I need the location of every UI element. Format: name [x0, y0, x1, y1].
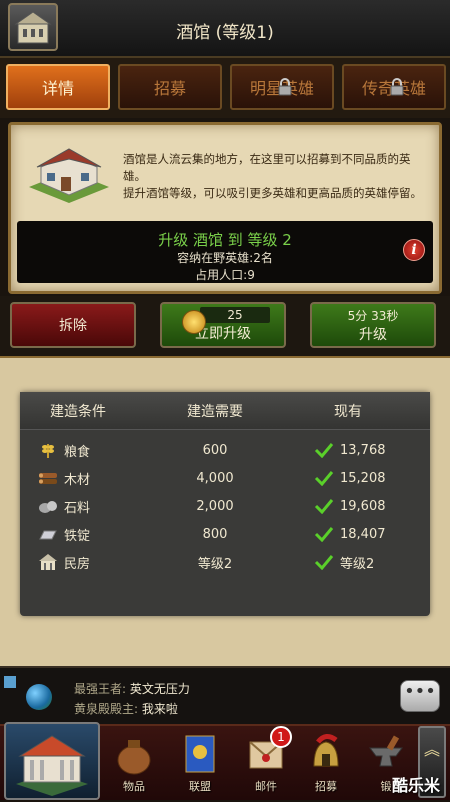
nav-items[interactable]: 物品	[106, 732, 162, 798]
nav-label: 物品	[123, 780, 145, 793]
lock-icon	[278, 78, 292, 96]
nav-recruit[interactable]: 招募	[298, 732, 354, 798]
upgrade-info-box: 升级 酒馆 到 等级 2 容纳在野英雄:2名 占用人口:9 i	[17, 221, 433, 283]
check-icon	[314, 527, 334, 542]
info-panel: 酒馆是人流云集的地方，在这里可以招募到不同品质的英雄。 提升酒馆等级，可以吸引更…	[8, 122, 442, 294]
bag-icon	[117, 740, 151, 775]
gold-coin-icon	[182, 310, 206, 334]
chat-sender: 黄泉殿殿主:	[74, 702, 139, 716]
city-view-button[interactable]	[4, 722, 100, 800]
upgrade-label: 升级	[359, 326, 387, 343]
house-icon	[39, 554, 57, 570]
check-icon	[314, 471, 334, 486]
check-icon	[314, 499, 334, 514]
bottom-nav: 物品 联盟 邮件 1 招募 锻 ︽ 酷乐米	[0, 722, 450, 800]
chat-message: 最强王者: 英文无压力	[74, 680, 190, 697]
resource-needed: 2,000	[196, 498, 234, 514]
dismantle-button[interactable]: 拆除	[10, 302, 136, 348]
capacity-text: 容纳在野英雄:2名	[177, 251, 273, 265]
tavern-building-icon	[29, 148, 109, 203]
upgrade-title: 升级 酒馆 到 等级 2	[158, 231, 292, 249]
table-row: 民房 等级2 等级2	[20, 548, 430, 576]
chat-toggle-icon[interactable]	[4, 676, 16, 688]
population-text: 占用人口:9	[195, 268, 255, 282]
requirements-panel: 建造条件 建造需要 现有 粮食 600 13,768 木材 4,000 15,2…	[0, 356, 450, 666]
header-needed: 建造需要	[187, 403, 243, 420]
iron-icon	[39, 530, 57, 540]
nav-mail[interactable]: 邮件 1	[238, 726, 294, 798]
helmet-icon	[313, 734, 339, 767]
resource-name: 石料	[64, 500, 91, 516]
tab-legend-heroes[interactable]: 传奇英雄	[342, 64, 446, 110]
tab-details[interactable]: 详情	[6, 64, 110, 110]
instant-cost: 25	[200, 307, 270, 323]
nav-label: 锻	[380, 780, 392, 793]
chat-more-button[interactable]: •••	[400, 680, 440, 712]
anvil-icon	[369, 735, 403, 767]
resource-needed: 800	[202, 526, 228, 542]
instant-upgrade-button[interactable]: 25 立即升级	[160, 302, 286, 348]
tab-label: 详情	[41, 79, 74, 98]
header-owned: 现有	[334, 403, 362, 420]
resource-owned: 18,407	[340, 526, 386, 542]
table-row: 木材 4,000 15,208	[20, 464, 430, 492]
dismantle-label: 拆除	[59, 318, 87, 334]
table-row: 铁锭 800 18,407	[20, 520, 430, 548]
description-line: 提升酒馆等级，可以吸引更多英雄和更高品质的英雄停留。	[123, 186, 422, 200]
watermark: 酷乐米	[391, 776, 440, 795]
check-icon	[314, 443, 334, 458]
header-bar: 酒馆 (等级1)	[0, 0, 450, 58]
resource-needed: 600	[202, 442, 228, 458]
wheat-icon	[42, 444, 54, 458]
upgrade-time: 5分 33秒	[347, 308, 399, 323]
table-row: 粮食 600 13,768	[20, 436, 430, 464]
wood-icon	[39, 473, 57, 484]
description-line: 酒馆是人流云集的地方，在这里可以招募到不同品质的英雄。	[123, 152, 411, 183]
tab-label: 招募	[153, 79, 186, 98]
nav-label: 招募	[315, 780, 337, 793]
action-bar: 拆除 25 立即升级 5分 33秒 升级	[0, 296, 450, 356]
palace-icon	[16, 735, 88, 796]
resource-needed: 等级2	[197, 556, 233, 572]
chat-bar[interactable]: 最强王者: 英文无压力 黄泉殿殿主: 我来啦 •••	[0, 666, 450, 724]
stone-icon	[39, 501, 57, 513]
page-title: 酒馆 (等级1)	[176, 23, 274, 43]
nav-label: 联盟	[189, 780, 211, 793]
building-description: 酒馆是人流云集的地方，在这里可以招募到不同品质的英雄。 提升酒馆等级，可以吸引更…	[123, 151, 433, 202]
nav-label: 邮件	[255, 780, 277, 793]
tab-bar: 详情 招募 明星英雄 传奇英雄	[0, 58, 450, 118]
tab-star-heroes[interactable]: 明星英雄	[230, 64, 334, 110]
info-icon[interactable]: i	[403, 239, 425, 261]
check-icon	[314, 555, 334, 570]
chat-text: 英文无压力	[129, 682, 190, 696]
resource-name: 木材	[64, 472, 91, 488]
tab-recruit[interactable]: 招募	[118, 64, 222, 110]
chat-sender: 最强王者:	[74, 682, 127, 696]
table-header: 建造条件 建造需要 现有	[20, 392, 430, 430]
chat-message: 黄泉殿殿主: 我来啦	[74, 700, 178, 717]
resource-owned: 13,768	[340, 442, 386, 458]
upgrade-button[interactable]: 5分 33秒 升级	[310, 302, 436, 348]
resource-name: 铁锭	[64, 528, 91, 544]
resource-owned: 15,208	[340, 470, 386, 486]
resource-needed: 4,000	[196, 470, 234, 486]
nav-alliance[interactable]: 联盟	[172, 732, 228, 798]
resource-owned: 等级2	[340, 556, 375, 572]
globe-icon[interactable]	[26, 684, 52, 710]
header-condition: 建造条件	[50, 403, 106, 420]
table-row: 石料 2,000 19,608	[20, 492, 430, 520]
requirements-table: 建造条件 建造需要 现有 粮食 600 13,768 木材 4,000 15,2…	[20, 392, 430, 616]
unread-badge: 1	[270, 726, 292, 748]
resource-name: 粮食	[64, 444, 91, 460]
resource-name: 民房	[64, 556, 91, 572]
banner-icon	[185, 735, 215, 773]
chat-text: 我来啦	[141, 702, 178, 716]
resource-owned: 19,608	[340, 498, 386, 514]
lock-icon	[390, 78, 404, 96]
